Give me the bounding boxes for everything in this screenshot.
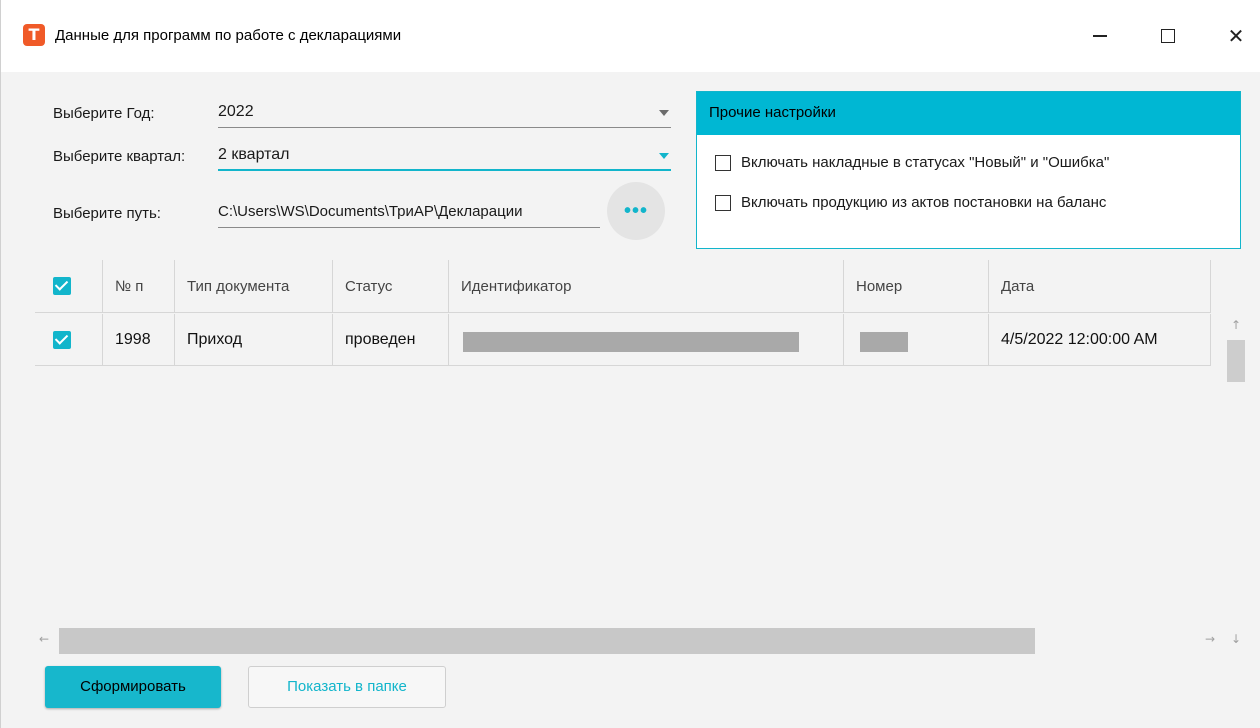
select-all-column[interactable]: [35, 260, 103, 313]
maximize-icon: [1161, 29, 1175, 43]
year-label: Выберите Год:: [53, 105, 155, 122]
year-dropdown[interactable]: 2022: [218, 100, 671, 128]
row-identifier: [449, 314, 844, 366]
path-input[interactable]: C:\Users\WS\Documents\ТриАР\Декларации: [218, 200, 600, 228]
row-status: проведен: [333, 314, 449, 366]
minimize-icon: [1093, 35, 1107, 37]
row-number: 1998: [103, 314, 175, 366]
vertical-scrollbar[interactable]: ↑ ↓: [1227, 314, 1245, 654]
scroll-down-icon[interactable]: ↓: [1231, 632, 1241, 646]
scroll-left-icon[interactable]: ←: [39, 632, 49, 646]
row-date: 4/5/2022 12:00:00 AM: [989, 314, 1211, 366]
column-number-doc[interactable]: Номер: [844, 260, 989, 313]
show-in-folder-button[interactable]: Показать в папке: [248, 666, 446, 708]
scroll-right-icon[interactable]: →: [1205, 632, 1215, 646]
more-icon: •••: [623, 199, 648, 222]
horizontal-scroll-thumb[interactable]: [59, 628, 1035, 654]
row-checkbox[interactable]: [53, 331, 71, 349]
quarter-dropdown[interactable]: 2 квартал: [218, 143, 671, 171]
checkbox-unchecked-icon: [715, 194, 731, 211]
column-doc-type[interactable]: Тип документа: [175, 260, 333, 313]
column-status[interactable]: Статус: [333, 260, 449, 313]
documents-grid: № п Тип документа Статус Идентификатор Н…: [35, 260, 1245, 668]
include-invoices-label: Включать накладные в статусах "Новый" и …: [741, 154, 1110, 171]
include-invoices-checkbox[interactable]: Включать накладные в статусах "Новый" и …: [715, 154, 1109, 171]
vertical-scroll-thumb[interactable]: [1227, 340, 1245, 382]
close-button[interactable]: ✕: [1213, 18, 1259, 54]
row-select-cell[interactable]: [35, 314, 103, 366]
other-settings-panel: Прочие настройки Включать накладные в ст…: [696, 91, 1241, 249]
redacted-number: [860, 332, 908, 352]
generate-button[interactable]: Сформировать: [45, 666, 221, 708]
column-number[interactable]: № п: [103, 260, 175, 313]
scroll-up-icon[interactable]: ↑: [1231, 318, 1241, 332]
row-doc-number: [844, 314, 989, 366]
year-value: 2022: [218, 103, 254, 120]
window-title: Данные для программ по работе с декларац…: [55, 27, 402, 44]
table-row[interactable]: 1998 Приход проведен 4/5/2022 12:00:00 A…: [35, 314, 1211, 366]
chevron-down-icon: [659, 110, 669, 116]
chevron-down-icon: [659, 153, 669, 159]
quarter-value: 2 квартал: [218, 146, 290, 163]
quarter-label: Выберите квартал:: [53, 148, 186, 165]
maximize-button[interactable]: [1145, 18, 1191, 54]
checkbox-unchecked-icon: [715, 154, 731, 171]
row-doc-type: Приход: [175, 314, 333, 366]
app-window: T Данные для программ по работе с деклар…: [0, 0, 1260, 728]
include-balance-acts-label: Включать продукцию из актов постановки н…: [741, 194, 1107, 211]
app-logo-icon: T: [23, 24, 45, 46]
settings-title: Прочие настройки: [709, 104, 836, 121]
column-identifier[interactable]: Идентификатор: [449, 260, 844, 313]
close-icon: ✕: [1227, 24, 1245, 48]
title-bar: T Данные для программ по работе с деклар…: [1, 0, 1260, 72]
redacted-identifier: [463, 332, 799, 352]
column-date[interactable]: Дата: [989, 260, 1211, 313]
browse-button[interactable]: •••: [607, 182, 665, 240]
settings-header: Прочие настройки: [697, 92, 1240, 135]
select-all-checkbox[interactable]: [53, 277, 71, 295]
path-value: C:\Users\WS\Documents\ТриАР\Декларации: [218, 203, 523, 220]
include-balance-acts-checkbox[interactable]: Включать продукцию из актов постановки н…: [715, 194, 1106, 211]
minimize-button[interactable]: [1077, 18, 1123, 54]
grid-header: № п Тип документа Статус Идентификатор Н…: [35, 260, 1211, 313]
path-label: Выберите путь:: [53, 205, 161, 222]
